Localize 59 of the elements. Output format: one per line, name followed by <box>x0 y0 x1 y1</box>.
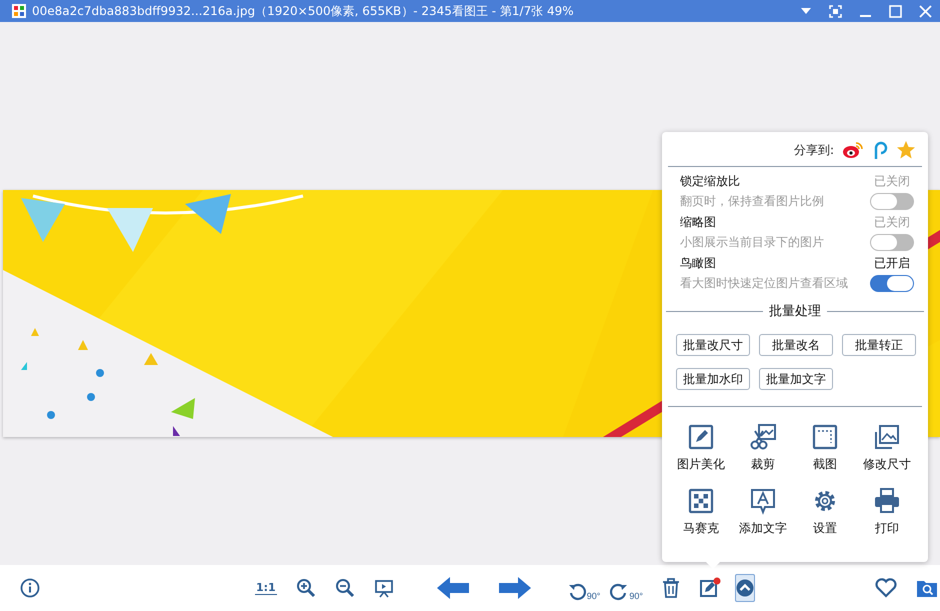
rotate-right-icon <box>610 583 628 601</box>
pencil-icon <box>687 423 715 451</box>
panel-toggle-button[interactable] <box>734 574 755 602</box>
batch-button[interactable]: 批量改名 <box>759 334 833 356</box>
info-icon[interactable] <box>20 578 40 598</box>
batch-button[interactable]: 批量转正 <box>842 334 916 356</box>
setting-title: 锁定缩放比 <box>680 173 741 190</box>
next-arrow-icon[interactable] <box>498 576 532 600</box>
rotate-right-button[interactable]: 90° <box>610 575 643 601</box>
rotate-left-button[interactable]: 90° <box>568 575 600 601</box>
setting-status: 已开启 <box>874 255 910 272</box>
edit-icon[interactable] <box>698 577 721 599</box>
setting-title: 鸟瞰图 <box>680 255 717 272</box>
tool-button[interactable]: 打印 <box>856 487 918 537</box>
star-icon[interactable] <box>896 140 916 160</box>
trash-icon[interactable] <box>662 578 680 598</box>
slideshow-icon[interactable] <box>374 578 394 598</box>
tool-button[interactable]: 修改尺寸 <box>856 423 918 473</box>
actual-size-button[interactable]: 1:1 <box>255 581 277 595</box>
frame-icon <box>811 423 839 451</box>
zoom-in-icon[interactable] <box>296 578 316 598</box>
rotate-left-icon <box>568 583 586 601</box>
toggle-switch[interactable] <box>870 234 914 251</box>
window-title: 00e8a2c7dba883bdff9932...216a.jpg（1920×500像素, 655KB）- 2345看图王 - 第1/7张 49% <box>32 2 574 20</box>
setting-description: 小图展示当前目录下的图片 <box>680 234 825 251</box>
printer-icon <box>873 487 901 515</box>
tool-button[interactable]: 添加文字 <box>732 487 794 537</box>
maximize-icon[interactable] <box>889 4 902 18</box>
scissors-icon <box>749 423 777 451</box>
setting-title: 缩略图 <box>680 214 717 231</box>
mosaic-icon <box>687 487 715 515</box>
tool-button[interactable]: 截图 <box>794 423 856 473</box>
section-title: 批量处理 <box>769 303 821 320</box>
share-label: 分享到: <box>794 142 834 158</box>
app-icon <box>12 4 26 18</box>
zoom-out-icon[interactable] <box>334 578 355 598</box>
heart-icon[interactable] <box>874 578 897 598</box>
toggle-switch[interactable] <box>870 275 914 292</box>
fullscreen-icon[interactable] <box>829 4 842 18</box>
eye-logo-icon[interactable] <box>842 141 864 159</box>
tool-button[interactable]: 裁剪 <box>732 423 794 473</box>
image-icon <box>873 423 901 451</box>
batch-button[interactable]: 批量改尺寸 <box>676 334 750 356</box>
setting-status: 已关闭 <box>874 173 910 190</box>
tool-button[interactable]: 设置 <box>794 487 856 537</box>
p-logo-icon[interactable] <box>872 140 888 160</box>
tool-button[interactable]: 图片美化 <box>670 423 732 473</box>
tool-button[interactable]: 马赛克 <box>670 487 732 537</box>
dropdown-icon[interactable] <box>800 7 812 15</box>
previous-arrow-icon[interactable] <box>436 576 470 600</box>
batch-button[interactable]: 批量加水印 <box>676 368 750 390</box>
text-icon <box>749 487 777 515</box>
setting-description: 看大图时快速定位图片查看区域 <box>680 275 849 292</box>
batch-button[interactable]: 批量加文字 <box>759 368 833 390</box>
toggle-switch[interactable] <box>870 193 914 210</box>
close-icon[interactable] <box>919 4 932 18</box>
setting-description: 翻页时，保持查看图片比例 <box>680 193 825 210</box>
setting-status: 已关闭 <box>874 214 910 231</box>
folder-search-icon[interactable] <box>916 578 938 598</box>
